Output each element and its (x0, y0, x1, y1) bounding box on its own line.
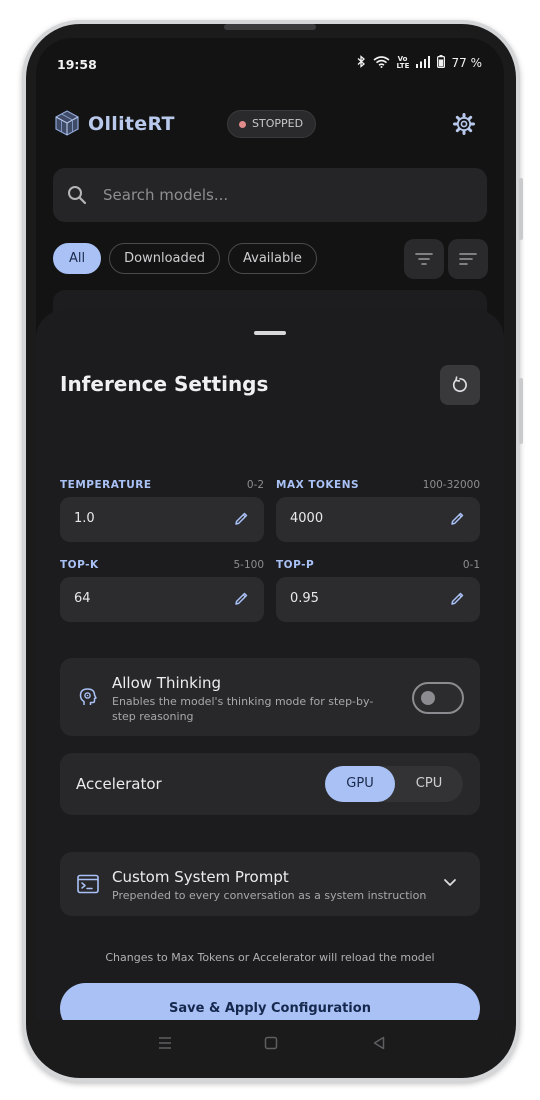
search-icon (68, 186, 87, 205)
accelerator-cpu-option[interactable]: CPU (395, 766, 463, 802)
search-bar[interactable]: Search models... (53, 168, 487, 222)
gear-icon[interactable] (452, 112, 476, 136)
home-icon[interactable] (262, 1034, 280, 1052)
filter-button[interactable] (404, 239, 444, 279)
system-prompt-description: Prepended to every conversation as a sys… (112, 889, 427, 902)
sort-button[interactable] (448, 239, 488, 279)
temperature-range: 0-2 (246, 479, 264, 491)
recents-icon[interactable] (156, 1034, 174, 1052)
filter-chips: All Downloaded Available (53, 243, 317, 275)
temperature-field[interactable]: 1.0 (60, 497, 264, 542)
terminal-icon (77, 874, 99, 894)
max-tokens-value: 4000 (290, 511, 324, 526)
temperature-label: TEMPERATURE (60, 479, 152, 491)
top-k-value: 64 (74, 591, 91, 606)
reset-icon (452, 376, 467, 392)
volume-button (519, 178, 523, 240)
accelerator-gpu-option[interactable]: GPU (325, 766, 395, 802)
wifi-icon (373, 55, 390, 71)
top-p-range: 0-1 (462, 559, 480, 571)
sheet-title: Inference Settings (60, 372, 269, 396)
top-p-label: TOP-P (276, 559, 315, 571)
app-logo (55, 110, 79, 136)
accelerator-label: Accelerator (76, 775, 162, 793)
top-k-range: 5-100 (233, 559, 264, 571)
system-nav-bar (36, 1020, 504, 1068)
toggle-knob (421, 691, 435, 705)
drag-handle[interactable] (254, 331, 286, 335)
power-button (519, 378, 523, 444)
allow-thinking-description: Enables the model's thinking mode for st… (112, 695, 374, 723)
search-input[interactable]: Search models... (103, 186, 228, 204)
edit-icon[interactable] (450, 511, 465, 526)
status-label: STOPPED (252, 117, 304, 130)
chevron-down-icon[interactable] (443, 878, 457, 888)
status-icons: Vo LTE 77 % (357, 55, 483, 71)
max-tokens-range: 100-32000 (422, 479, 480, 491)
filter-icon (415, 253, 433, 265)
status-bar: 19:58 Vo LTE 77 % (36, 38, 504, 90)
system-prompt-title: Custom System Prompt (112, 868, 289, 886)
back-icon[interactable] (370, 1034, 388, 1052)
reload-note: Changes to Max Tokens or Accelerator wil… (105, 951, 435, 964)
status-time: 19:58 (57, 57, 97, 72)
server-status-badge[interactable]: STOPPED (227, 110, 317, 138)
accelerator-selector: GPU CPU (325, 766, 463, 802)
inference-settings-sheet: Inference Settings TEMPERATURE 0-2 1.0 M… (36, 310, 504, 1068)
screen: 19:58 Vo LTE 77 % OlliteRT STOPPED Searc… (36, 38, 504, 1068)
chip-downloaded[interactable]: Downloaded (109, 243, 220, 274)
chip-available[interactable]: Available (228, 243, 317, 274)
top-k-label: TOP-K (60, 559, 99, 571)
app-title: OlliteRT (88, 113, 175, 135)
volte-label: Vo LTE (396, 55, 410, 70)
allow-thinking-card[interactable]: Allow Thinking Enables the model's think… (60, 658, 480, 736)
temperature-value: 1.0 (74, 511, 95, 526)
allow-thinking-title: Allow Thinking (112, 674, 222, 692)
edit-icon[interactable] (234, 591, 249, 606)
top-p-value: 0.95 (290, 591, 319, 606)
battery-icon (436, 55, 445, 71)
signal-icon (415, 55, 430, 71)
edit-icon[interactable] (450, 591, 465, 606)
battery-percent: 77 % (451, 56, 483, 70)
sort-icon (459, 253, 477, 265)
bluetooth-icon (357, 55, 366, 71)
max-tokens-field[interactable]: 4000 (276, 497, 480, 542)
accelerator-card: Accelerator GPU CPU (60, 753, 480, 815)
top-k-field[interactable]: 64 (60, 577, 264, 622)
chip-all[interactable]: All (53, 243, 102, 274)
allow-thinking-toggle[interactable] (412, 682, 464, 714)
top-p-field[interactable]: 0.95 (276, 577, 480, 622)
app-bar: OlliteRT STOPPED (36, 102, 504, 150)
reset-button[interactable] (440, 365, 480, 405)
max-tokens-label: MAX TOKENS (276, 479, 360, 491)
custom-system-prompt-card[interactable]: Custom System Prompt Prepended to every … (60, 852, 480, 916)
edit-icon[interactable] (234, 511, 249, 526)
speaker-slit (224, 24, 316, 30)
status-dot (239, 121, 246, 128)
brain-icon (79, 688, 97, 705)
